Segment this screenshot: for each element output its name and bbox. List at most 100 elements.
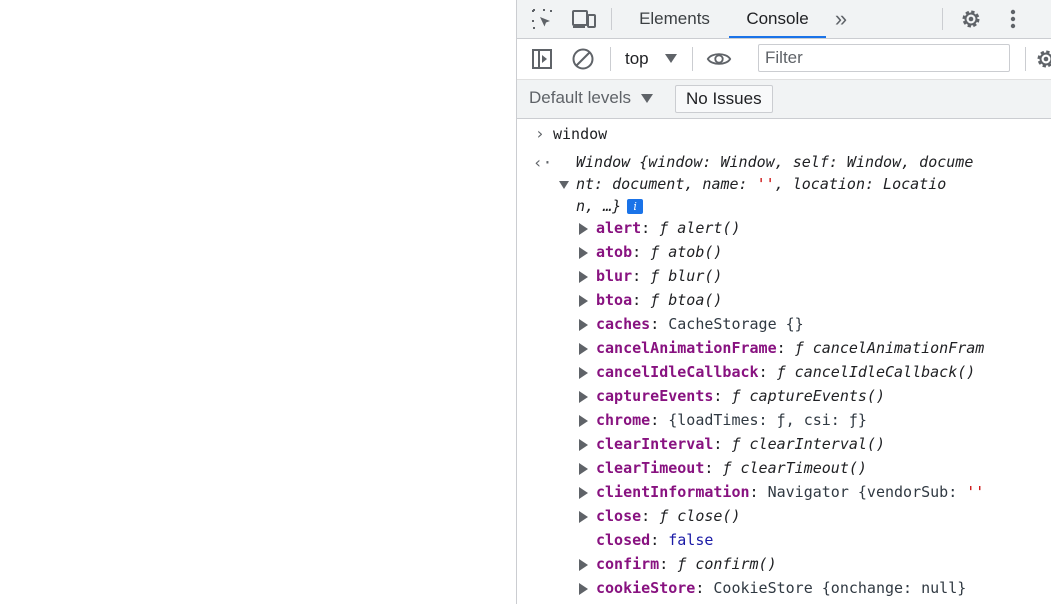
tab-console[interactable]: Console — [729, 0, 826, 38]
property-key: atob — [596, 243, 633, 261]
expand-property-icon[interactable] — [579, 511, 588, 523]
property-row[interactable]: captureEvents: ƒ captureEvents() — [596, 387, 885, 405]
property-value: {loadTimes: ƒ, csi: ƒ} — [668, 411, 867, 429]
property-separator: : — [713, 387, 732, 405]
property-separator: : — [632, 267, 651, 285]
property-value: CacheStorage {} — [668, 315, 804, 333]
console-settings-gear-icon[interactable] — [1033, 46, 1051, 72]
property-separator: : — [749, 483, 768, 501]
more-options-icon[interactable] — [1000, 6, 1026, 32]
property-key: confirm — [596, 555, 660, 573]
property-key: cancelAnimationFrame — [596, 339, 777, 357]
expand-property-icon[interactable] — [579, 343, 588, 355]
property-separator: : — [641, 219, 660, 237]
property-value: ƒ confirm() — [677, 555, 777, 573]
settings-gear-icon[interactable] — [958, 6, 984, 32]
levels-bar: Default levels No Issues — [517, 80, 1051, 119]
context-selector[interactable]: top — [625, 49, 649, 69]
property-row[interactable]: confirm: ƒ confirm() — [596, 555, 777, 573]
property-row[interactable]: cancelAnimationFrame: ƒ cancelAnimationF… — [596, 339, 984, 357]
expand-property-icon[interactable] — [579, 463, 588, 475]
property-value: ƒ clearInterval() — [731, 435, 885, 453]
expand-property-icon[interactable] — [579, 487, 588, 499]
expand-property-icon[interactable] — [579, 271, 588, 283]
property-value: ƒ close() — [659, 507, 741, 525]
property-value: false — [668, 531, 714, 549]
property-value: ƒ cancelIdleCallback() — [776, 363, 976, 381]
tabbar-divider — [611, 8, 612, 30]
property-value: ƒ clearTimeout() — [722, 459, 867, 477]
property-key: closed — [596, 531, 651, 549]
result-summary-line1[interactable]: Window {window: Window, self: Window, do… — [576, 153, 973, 171]
context-dropdown-icon[interactable] — [665, 54, 677, 63]
expand-property-icon[interactable] — [579, 223, 588, 235]
clear-console-icon[interactable] — [570, 46, 596, 72]
property-row[interactable]: blur: ƒ blur() — [596, 267, 722, 285]
property-key: btoa — [596, 291, 633, 309]
expand-property-icon[interactable] — [579, 439, 588, 451]
expand-property-icon[interactable] — [579, 391, 588, 403]
result-summary-line2[interactable]: nt: document, name: '', location: Locati… — [576, 175, 946, 193]
sidebar-toggle-icon[interactable] — [529, 46, 555, 72]
property-key: alert — [596, 219, 642, 237]
property-row[interactable]: clearInterval: ƒ clearInterval() — [596, 435, 885, 453]
expand-property-icon[interactable] — [579, 319, 588, 331]
property-row[interactable]: clientInformation: Navigator {vendorSub:… — [596, 483, 984, 501]
info-icon[interactable]: i — [627, 199, 644, 214]
property-separator: : — [758, 363, 777, 381]
property-row[interactable]: close: ƒ close() — [596, 507, 741, 525]
property-value: ƒ captureEvents() — [731, 387, 885, 405]
toolbar-divider-2 — [692, 47, 693, 71]
toolbar-divider-3 — [1025, 47, 1026, 71]
filter-input[interactable] — [758, 44, 1010, 72]
property-separator: : — [632, 243, 651, 261]
expand-property-icon[interactable] — [579, 559, 588, 571]
more-tabs-icon[interactable]: » — [827, 0, 855, 37]
default-levels-dropdown[interactable]: Default levels — [529, 88, 631, 108]
property-separator: : — [704, 459, 723, 477]
property-separator: : — [776, 339, 795, 357]
tabbar-divider-right — [942, 8, 943, 30]
console-input-line[interactable]: window — [553, 125, 607, 143]
property-row[interactable]: atob: ƒ atob() — [596, 243, 722, 261]
property-separator: : — [650, 531, 669, 549]
inspect-element-icon[interactable] — [529, 6, 555, 32]
property-separator: : — [632, 291, 651, 309]
property-row[interactable]: alert: ƒ alert() — [596, 219, 741, 237]
inspected-page — [0, 0, 516, 604]
levels-dropdown-icon[interactable] — [641, 94, 653, 103]
expand-window-icon[interactable] — [559, 181, 569, 189]
property-separator: : — [695, 579, 714, 597]
property-separator: : — [650, 315, 669, 333]
devtools-panel: Elements Console » top Filter Default le… — [516, 0, 1051, 604]
live-expression-eye-icon[interactable] — [706, 46, 732, 72]
property-row[interactable]: btoa: ƒ btoa() — [596, 291, 722, 309]
property-row[interactable]: clearTimeout: ƒ clearTimeout() — [596, 459, 867, 477]
property-key: chrome — [596, 411, 651, 429]
expand-property-icon[interactable] — [579, 415, 588, 427]
property-row[interactable]: cookieStore: CookieStore {onchange: null… — [596, 579, 966, 597]
property-key: cookieStore — [596, 579, 696, 597]
property-key: caches — [596, 315, 651, 333]
property-row[interactable]: chrome: {loadTimes: ƒ, csi: ƒ} — [596, 411, 867, 429]
expand-property-icon[interactable] — [579, 367, 588, 379]
property-value: Navigator {vendorSub: '' — [767, 483, 985, 501]
result-summary-line3[interactable]: n, …} i — [576, 197, 644, 215]
property-key: close — [596, 507, 642, 525]
property-key: clearInterval — [596, 435, 714, 453]
expand-property-icon[interactable] — [579, 583, 588, 595]
property-key: blur — [596, 267, 633, 285]
property-row[interactable]: caches: CacheStorage {} — [596, 315, 804, 333]
issues-button[interactable]: No Issues — [675, 85, 773, 113]
property-separator: : — [713, 435, 732, 453]
expand-property-icon[interactable] — [579, 295, 588, 307]
property-key: clientInformation — [596, 483, 750, 501]
property-separator: : — [641, 507, 660, 525]
property-value: ƒ alert() — [659, 219, 741, 237]
property-row[interactable]: closed: false — [596, 531, 713, 549]
device-toolbar-icon[interactable] — [571, 6, 597, 32]
property-value: CookieStore {onchange: null} — [713, 579, 967, 597]
expand-property-icon[interactable] — [579, 247, 588, 259]
tab-elements[interactable]: Elements — [627, 0, 722, 37]
property-row[interactable]: cancelIdleCallback: ƒ cancelIdleCallback… — [596, 363, 975, 381]
